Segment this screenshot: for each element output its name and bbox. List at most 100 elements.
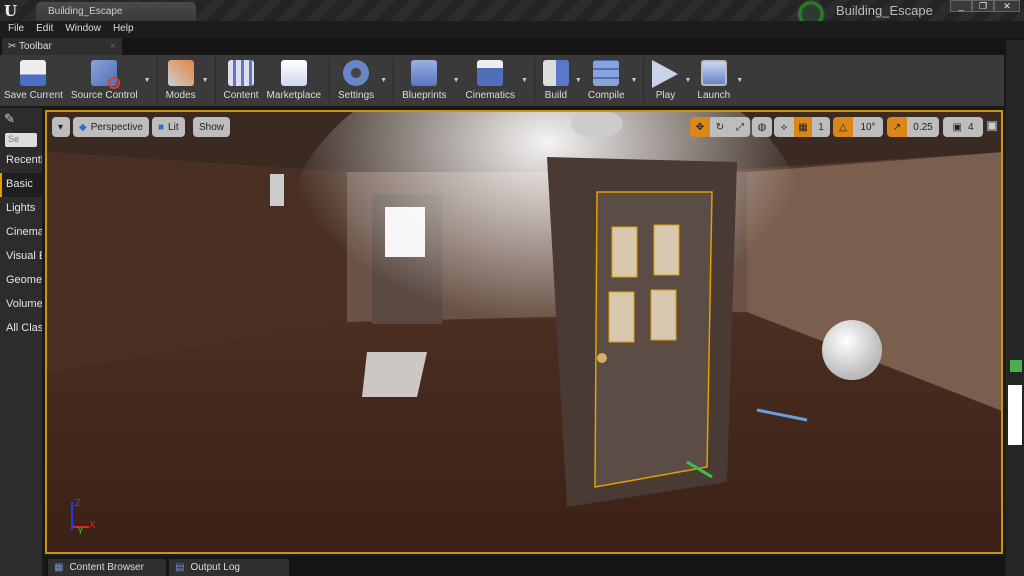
label: Content Browser: [69, 562, 144, 573]
label: Source Control: [70, 90, 138, 101]
play-dropdown[interactable]: ▼: [684, 77, 691, 84]
blueprints-button[interactable]: Blueprints: [398, 55, 450, 106]
modes-icon: [167, 60, 194, 86]
menu-help[interactable]: Help: [107, 21, 140, 38]
perspective-button[interactable]: ◆ Perspective: [73, 117, 149, 137]
scale-mode-icon[interactable]: ⤢: [730, 117, 750, 137]
menu-window[interactable]: Window: [59, 21, 107, 38]
camera-speed-button[interactable]: ▣ 4: [943, 117, 983, 137]
details-panel-collapsed: [1006, 40, 1024, 576]
toolbar-tab[interactable]: ✂ Toolbar ×: [2, 38, 122, 55]
add-icon[interactable]: [1010, 360, 1022, 372]
label: Modes: [165, 90, 196, 101]
scale-snap-value[interactable]: 0.25: [907, 117, 939, 137]
axis-x-label: X: [89, 520, 96, 531]
source-control-button[interactable]: Source Control: [67, 55, 142, 106]
marketplace-button[interactable]: Marketplace: [263, 55, 325, 106]
divider: [214, 57, 216, 103]
category-all-classes[interactable]: All Classes: [0, 317, 42, 341]
label: Play: [655, 90, 676, 101]
play-button[interactable]: Play: [648, 55, 682, 106]
divider: [643, 57, 645, 103]
viewport-options-button[interactable]: ▾: [52, 117, 70, 137]
rotation-snap-value[interactable]: 10°: [853, 117, 883, 137]
surface-snap-icon[interactable]: ⟡: [774, 117, 794, 137]
launch-button[interactable]: Launch: [693, 55, 734, 106]
menu-edit[interactable]: Edit: [30, 21, 59, 38]
marketplace-icon: [280, 60, 307, 86]
divider: [533, 57, 535, 103]
label: Save Current: [4, 90, 63, 101]
category-lights[interactable]: Lights: [0, 197, 42, 221]
maximize-viewport-icon[interactable]: [987, 121, 997, 131]
translate-mode-icon[interactable]: ✥: [690, 117, 710, 137]
build-icon: [542, 60, 569, 86]
output-log-icon: ▤: [175, 562, 185, 573]
cinematics-dropdown[interactable]: ▼: [521, 77, 528, 84]
category-recently-placed[interactable]: Recently Placed: [0, 149, 42, 173]
label: Cinematics: [465, 90, 515, 101]
rotate-mode-icon[interactable]: ↻: [710, 117, 730, 137]
level-tab[interactable]: Building_Escape: [36, 2, 196, 21]
tab-bar: [0, 38, 1024, 55]
compile-icon: [593, 60, 620, 86]
content-browser-icon: ▦: [54, 562, 64, 573]
toolbar: Save Current Source Control ▼ Modes ▼ Co…: [0, 55, 1004, 106]
label: Perspective: [90, 121, 143, 133]
tab-close-button[interactable]: ×: [110, 41, 116, 52]
rotation-snap-icon[interactable]: △: [833, 117, 853, 137]
search-input[interactable]: Se: [5, 133, 37, 147]
show-button[interactable]: Show: [193, 117, 231, 137]
settings-dropdown[interactable]: ▼: [380, 77, 387, 84]
color-swatch: [1008, 385, 1022, 445]
category-visual-effects[interactable]: Visual Effects: [0, 245, 42, 269]
blueprints-icon: [411, 60, 438, 86]
cinematics-button[interactable]: Cinematics: [462, 55, 519, 106]
label: Compile: [587, 90, 625, 101]
label: Content: [223, 90, 259, 101]
category-cinematic[interactable]: Cinematic: [0, 221, 42, 245]
settings-icon: [343, 60, 370, 86]
minimize-button[interactable]: _: [950, 0, 972, 12]
modes-button[interactable]: Modes: [162, 55, 200, 106]
axis-gizmo: Z X Y: [65, 498, 105, 542]
compile-dropdown[interactable]: ▼: [631, 77, 638, 84]
compile-button[interactable]: Compile: [584, 55, 629, 106]
build-dropdown[interactable]: ▼: [575, 77, 582, 84]
axis-z-label: Z: [75, 498, 82, 509]
build-button[interactable]: Build: [539, 55, 573, 106]
source-control-dropdown[interactable]: ▼: [144, 77, 151, 84]
camera-icon: ▣: [952, 121, 962, 133]
wrench-icon: ✂: [8, 41, 19, 52]
category-geometry[interactable]: Geometry: [0, 269, 42, 293]
blueprints-dropdown[interactable]: ▼: [453, 77, 460, 84]
content-button[interactable]: Content: [220, 55, 263, 106]
category-basic[interactable]: Basic: [0, 173, 42, 197]
level-viewport[interactable]: ▾ ◆ Perspective ■ Lit Show ✥ ↻ ⤢ ◍ ⟡ ▦ 1 △…: [45, 110, 1003, 554]
restore-button[interactable]: ❐: [972, 0, 994, 12]
modes-dropdown[interactable]: ▼: [202, 77, 209, 84]
world-local-icon[interactable]: ◍: [752, 117, 772, 137]
source-control-icon: [91, 60, 121, 89]
project-name: Building_Escape: [836, 3, 933, 18]
grid-snap-icon[interactable]: ▦: [794, 117, 812, 137]
level-tab-label: Building_Escape: [48, 6, 123, 17]
launch-dropdown[interactable]: ▼: [736, 77, 743, 84]
grid-snap-value[interactable]: 1: [812, 117, 830, 137]
label: Lit: [168, 121, 179, 133]
cinematics-icon: [477, 60, 504, 86]
label: Output Log: [190, 562, 240, 573]
place-mode-icon[interactable]: ✎: [4, 111, 15, 127]
category-volumes[interactable]: Volumes: [0, 293, 42, 317]
launch-icon: [700, 60, 727, 86]
lit-button[interactable]: ■ Lit: [152, 117, 185, 137]
menu-file[interactable]: File: [2, 21, 30, 38]
axis-y-label: Y: [77, 526, 84, 537]
save-current-button[interactable]: Save Current: [0, 55, 67, 106]
settings-button[interactable]: Settings: [334, 55, 378, 106]
tab-output-log[interactable]: ▤ Output Log: [169, 559, 289, 576]
scale-snap-icon[interactable]: ↗: [887, 117, 907, 137]
play-icon: [652, 60, 679, 88]
close-button[interactable]: ✕: [994, 0, 1020, 12]
tab-content-browser[interactable]: ▦ Content Browser: [48, 559, 166, 576]
